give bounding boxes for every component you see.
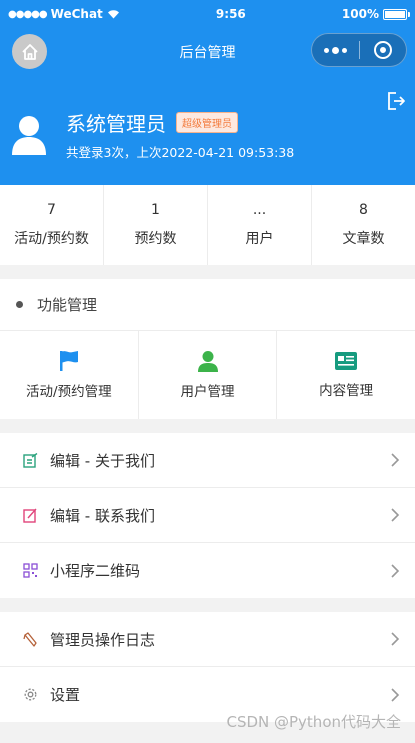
- status-bar: ●●●●● WeChat 9:56 100%: [0, 0, 415, 28]
- profile-block: 系统管理员 超级管理员 共登录3次，上次2022-04-21 09:53:38: [12, 108, 294, 161]
- content-management-button[interactable]: 内容管理: [277, 331, 415, 419]
- stat-label: 用户: [245, 231, 274, 247]
- login-info: 共登录3次，上次2022-04-21 09:53:38: [66, 145, 295, 160]
- chevron-right-icon: [391, 632, 400, 646]
- status-time: 9:56: [215, 7, 246, 21]
- more-icon: [323, 46, 347, 54]
- menu-label: 设置: [50, 686, 81, 704]
- qrcode-icon: [22, 563, 38, 578]
- battery-percent: 100%: [341, 7, 379, 21]
- menu-label: 小程序二维码: [50, 562, 141, 580]
- stat-reservations[interactable]: 1 预约数: [104, 185, 208, 265]
- avatar-icon: [12, 115, 46, 155]
- chevron-right-icon: [391, 687, 400, 702]
- bullet-icon: [16, 301, 23, 308]
- watermark-text: CSDN @Python代码大全: [226, 713, 401, 731]
- activity-management-button[interactable]: 活动/预约管理: [0, 331, 139, 419]
- signal-icon: ●●●●●: [8, 8, 48, 20]
- stat-articles[interactable]: 8 文章数: [312, 185, 415, 265]
- header-area: ●●●●● WeChat 9:56 100% 后台管理 系统管理员 超级管理员 …: [0, 0, 415, 185]
- more-button[interactable]: [312, 34, 359, 66]
- logout-icon[interactable]: [385, 90, 407, 112]
- stat-value: 1: [151, 202, 160, 218]
- function-label: 用户管理: [180, 384, 235, 400]
- menu-group-1: 编辑 - 关于我们 编辑 - 联系我们 小程序二维码: [0, 433, 415, 598]
- wifi-icon: [107, 10, 119, 19]
- edit-icon: [22, 508, 37, 523]
- battery-icon: [383, 8, 410, 20]
- navigation-bar: 后台管理: [0, 28, 415, 76]
- user-management-button[interactable]: 用户管理: [139, 331, 278, 419]
- gear-icon: [24, 688, 36, 701]
- stat-value: ...: [252, 202, 267, 218]
- stats-bar: 7 活动/预约数 1 预约数 ... 用户 8 文章数: [0, 185, 415, 265]
- chevron-right-icon: [391, 563, 400, 578]
- close-miniprogram-button[interactable]: [360, 34, 407, 66]
- user-icon: [197, 351, 218, 372]
- role-badge: 超级管理员: [176, 112, 238, 133]
- admin-log-item[interactable]: 管理员操作日志: [0, 612, 415, 667]
- menu-label: 编辑 - 联系我们: [50, 506, 155, 525]
- flag-icon: [59, 351, 78, 371]
- chevron-right-icon: [391, 508, 400, 522]
- function-section-header: 功能管理: [0, 279, 415, 331]
- stat-users[interactable]: ... 用户: [208, 185, 312, 265]
- stat-label: 文章数: [342, 231, 385, 247]
- function-label: 活动/预约管理: [26, 384, 112, 400]
- function-card: 功能管理 活动/预约管理 用户管理 内容管理: [0, 279, 415, 419]
- edit-contact-us-item[interactable]: 编辑 - 联系我们: [0, 488, 415, 543]
- page-title: 后台管理: [179, 45, 236, 61]
- stat-activities[interactable]: 7 活动/预约数: [0, 185, 104, 265]
- carrier-label: WeChat: [50, 7, 103, 21]
- log-icon: [22, 631, 37, 647]
- stat-label: 预约数: [134, 231, 177, 247]
- stat-value: 8: [359, 202, 368, 218]
- miniprogram-qrcode-item[interactable]: 小程序二维码: [0, 543, 415, 598]
- stat-value: 7: [47, 202, 56, 218]
- edit-icon: [22, 452, 37, 468]
- chevron-right-icon: [391, 453, 400, 467]
- content-icon: [335, 352, 358, 370]
- function-section-title: 功能管理: [37, 296, 98, 314]
- miniprogram-capsule: [311, 33, 407, 67]
- edit-about-us-item[interactable]: 编辑 - 关于我们: [0, 433, 415, 488]
- menu-label: 编辑 - 关于我们: [50, 451, 155, 470]
- menu-label: 管理员操作日志: [50, 630, 156, 649]
- target-icon: [373, 41, 392, 59]
- home-button[interactable]: [12, 34, 47, 69]
- function-label: 内容管理: [319, 383, 374, 399]
- stat-label: 活动/预约数: [14, 231, 89, 247]
- home-icon: [21, 43, 38, 60]
- admin-name: 系统管理员: [66, 112, 166, 136]
- menu-group-2: 管理员操作日志 设置: [0, 612, 415, 722]
